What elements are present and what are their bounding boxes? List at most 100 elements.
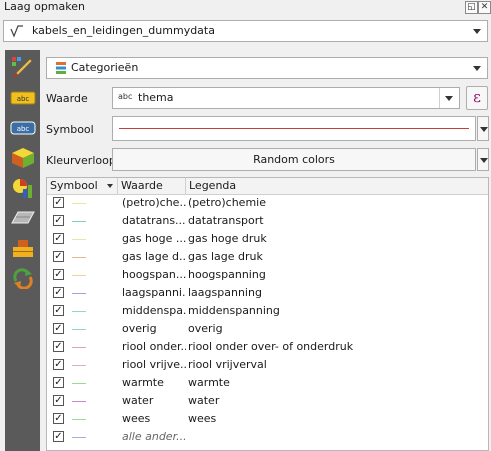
float-icon[interactable]: ◱ [465, 1, 478, 14]
kleurverloop-label: Kleurverloop [46, 154, 116, 167]
symbol-swatch[interactable] [72, 401, 86, 402]
header-legend[interactable]: Legenda [186, 178, 488, 194]
row-checkbox[interactable]: ✓ [53, 233, 64, 244]
paint-brush-icon [12, 57, 33, 77]
row-legend: (petro)chemie [188, 196, 266, 209]
close-icon[interactable]: ✕ [478, 1, 491, 14]
table-row[interactable]: ✓ hoogspan... hoogspanning [47, 267, 488, 285]
table-row[interactable]: ✓ alle ander... [47, 429, 488, 447]
row-legend: gas hoge druk [188, 232, 267, 245]
waarde-label: Waarde [46, 92, 88, 105]
symbol-swatch[interactable] [72, 221, 86, 222]
chevron-down-icon [480, 127, 488, 132]
chevron-down-icon [480, 158, 488, 163]
rendering-tab[interactable] [8, 207, 38, 229]
row-legend: datatransport [188, 214, 264, 227]
row-checkbox[interactable]: ✓ [53, 431, 64, 442]
symbol-swatch[interactable] [72, 419, 86, 420]
field-type-badge: abc [118, 92, 133, 101]
fields-tab[interactable] [8, 237, 38, 259]
row-legend: wees [188, 412, 217, 425]
row-value: laagspanni... [122, 286, 186, 299]
chevron-down-icon [445, 96, 453, 101]
style-sidebar: abc abc [5, 50, 40, 451]
row-value: gas lage d... [122, 250, 186, 263]
row-checkbox[interactable]: ✓ [53, 377, 64, 388]
row-value: alle ander... [122, 430, 186, 443]
table-row[interactable]: ✓ gas lage d... gas lage druk [47, 249, 488, 267]
row-checkbox[interactable]: ✓ [53, 413, 64, 424]
symbol-preview-line [119, 128, 469, 129]
waarde-dropdown[interactable] [439, 88, 459, 108]
row-value: datatrans... [122, 214, 186, 227]
line-layer-icon [10, 25, 23, 38]
table-row[interactable]: ✓ wees wees [47, 411, 488, 429]
waarde-field[interactable]: abc thema [112, 87, 460, 109]
symbol-swatch[interactable] [72, 437, 86, 438]
table-row[interactable]: ✓ middenspa...middenspanning [47, 303, 488, 321]
symbool-label: Symbool [46, 123, 94, 136]
header-symbol[interactable]: Symbool [47, 178, 118, 194]
row-checkbox[interactable]: ✓ [53, 251, 64, 262]
diagram-icon [13, 179, 32, 198]
row-checkbox[interactable]: ✓ [53, 305, 64, 316]
3d-view-tab[interactable] [8, 147, 38, 169]
symbol-button[interactable] [112, 116, 476, 141]
symbol-swatch[interactable] [72, 203, 86, 204]
diagrams-tab[interactable] [8, 177, 38, 199]
symbol-swatch[interactable] [72, 293, 86, 294]
row-checkbox[interactable]: ✓ [53, 269, 64, 280]
table-row[interactable]: ✓ laagspanni... laagspanning [47, 285, 488, 303]
table-row[interactable]: ✓ riool onder... riool onder over- of onde… [47, 339, 488, 357]
symbol-swatch[interactable] [72, 257, 86, 258]
row-value: (petro)che... [122, 196, 186, 209]
row-value: riool onder... [122, 340, 186, 353]
row-legend: warmte [188, 376, 230, 389]
table-row[interactable]: ✓ warmte warmte [47, 375, 488, 393]
color-ramp-button[interactable]: Random colors [112, 148, 476, 171]
symbol-swatch[interactable] [72, 365, 86, 366]
row-value: riool vrijve... [122, 358, 186, 371]
renderer-selector[interactable]: Categorieën [46, 57, 488, 79]
table-row[interactable]: ✓ overig overig [47, 321, 488, 339]
symbol-swatch[interactable] [72, 383, 86, 384]
row-checkbox[interactable]: ✓ [53, 359, 64, 370]
actions-tab[interactable] [8, 267, 38, 290]
layer-name: kabels_en_leidingen_dummydata [32, 24, 215, 37]
symbol-swatch[interactable] [72, 347, 86, 348]
table-row[interactable]: ✓ gas hoge ... gas hoge druk [47, 231, 488, 249]
masks-tab[interactable]: abc [8, 117, 38, 139]
header-value[interactable]: Waarde [118, 178, 186, 194]
fields-icon [13, 240, 33, 257]
row-value: gas hoge ... [122, 232, 186, 245]
row-legend: laagspanning [188, 286, 262, 299]
symbol-menu-button[interactable] [477, 116, 489, 141]
row-checkbox[interactable]: ✓ [53, 197, 64, 208]
row-checkbox[interactable]: ✓ [53, 395, 64, 406]
symbol-swatch[interactable] [72, 239, 86, 240]
row-checkbox[interactable]: ✓ [53, 215, 64, 226]
row-checkbox[interactable]: ✓ [53, 287, 64, 298]
table-row[interactable]: ✓ riool vrijve... riool vrijverval [47, 357, 488, 375]
row-checkbox[interactable]: ✓ [53, 323, 64, 334]
labels-tab[interactable]: abc [8, 87, 38, 109]
symbol-swatch[interactable] [72, 329, 86, 330]
row-legend: gas lage druk [188, 250, 263, 263]
table-row[interactable]: ✓ datatrans... datatransport [47, 213, 488, 231]
row-value: water [122, 394, 154, 407]
color-ramp-menu-button[interactable] [477, 148, 489, 171]
label-abc-icon: abc [10, 91, 36, 105]
label-abc-outline-icon: abc [10, 121, 36, 135]
3d-cube-icon [12, 148, 34, 168]
layer-selector[interactable]: kabels_en_leidingen_dummydata [3, 20, 488, 42]
row-checkbox[interactable]: ✓ [53, 341, 64, 352]
table-row[interactable]: ✓ (petro)che... (petro)chemie [47, 195, 488, 213]
table-row[interactable]: ✓ water water [47, 393, 488, 411]
categorized-icon [56, 62, 66, 74]
symbol-swatch[interactable] [72, 311, 86, 312]
rendering-icon [11, 211, 35, 224]
expression-button[interactable]: ε [466, 86, 488, 110]
row-value: hoogspan... [122, 268, 186, 281]
window-title: Laag opmaken [4, 0, 85, 13]
symbol-swatch[interactable] [72, 275, 86, 276]
